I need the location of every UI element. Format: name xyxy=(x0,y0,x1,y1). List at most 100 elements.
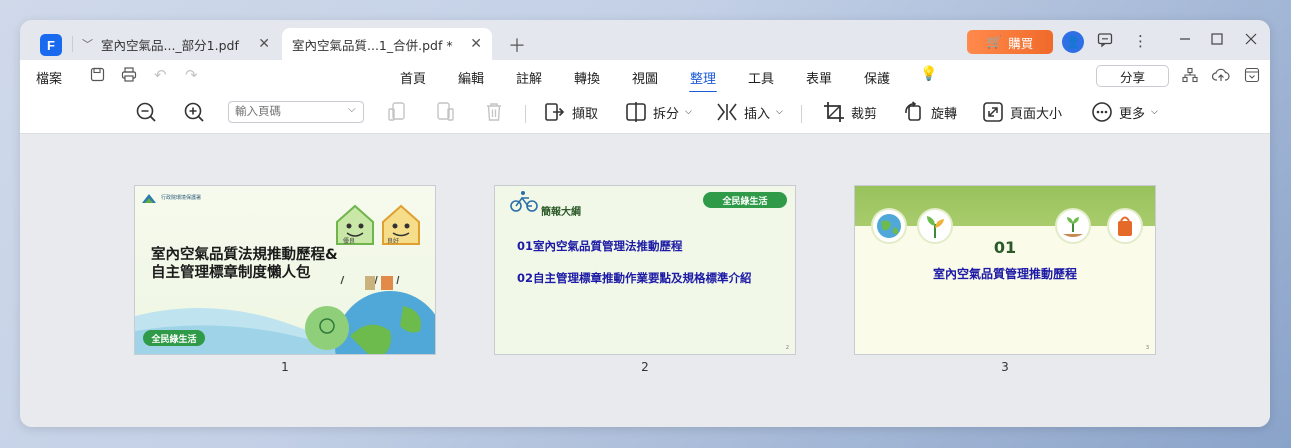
rotate-button[interactable]: 旋轉 xyxy=(903,101,957,123)
crop-button[interactable]: 裁剪 xyxy=(823,101,877,123)
menu-convert[interactable]: 轉換 xyxy=(574,68,600,87)
split-button[interactable]: 拆分 ⌵ xyxy=(625,101,692,123)
outline-item-1: 01室內空氣品質管理法推動歷程 xyxy=(517,239,683,253)
page-thumbnail-area: 行政院環境保護署 優良 良好 室內空氣品質法規推動歷程& 自主管理標章制度懶人包 xyxy=(20,134,1270,427)
split-icon xyxy=(626,102,646,122)
buy-button[interactable]: 🛒 購買 xyxy=(967,30,1053,54)
slide-heading: 簡報大綱 xyxy=(541,207,581,218)
page-size-label: 頁面大小 xyxy=(1010,106,1063,122)
section-number: 01 xyxy=(993,238,1017,257)
green-life-badge: 全民綠生活 xyxy=(703,192,787,208)
chevron-down-icon[interactable]: ﹀ xyxy=(82,36,93,52)
bicycle-icon xyxy=(510,191,538,212)
menu-tools[interactable]: 工具 xyxy=(748,68,774,87)
redo-icon[interactable]: ↷ xyxy=(185,66,198,84)
lightbulb-icon[interactable]: 💡 xyxy=(920,66,937,82)
tab-document-1[interactable]: ﹀ 室內空氣品..._部分1.pdf ✕ xyxy=(72,28,280,60)
collapse-panel-icon[interactable] xyxy=(1244,67,1260,87)
page-thumbnail-1[interactable]: 行政院環境保護署 優良 良好 室內空氣品質法規推動歷程& 自主管理標章制度懶人包 xyxy=(134,185,436,355)
close-window-icon[interactable] xyxy=(1244,32,1258,50)
page-number-input[interactable] xyxy=(228,101,364,123)
zoom-out-icon xyxy=(136,102,156,122)
rotate-label: 旋轉 xyxy=(931,106,958,122)
zoom-out-button[interactable] xyxy=(135,101,157,123)
extract-label: 擷取 xyxy=(572,106,599,122)
close-icon[interactable]: ✕ xyxy=(470,36,482,52)
chevron-down-icon: ⌵ xyxy=(1151,107,1158,117)
undo-icon[interactable]: ↶ xyxy=(154,66,167,84)
buy-label: 購買 xyxy=(1008,35,1034,51)
menu-file[interactable]: 檔案 xyxy=(36,68,62,87)
rotate-icon xyxy=(905,101,921,121)
share-button[interactable]: 分享 xyxy=(1096,65,1169,87)
slide-page-number: 3 xyxy=(1145,345,1149,351)
app-window: F ﹀ 室內空氣品..._部分1.pdf ✕ 室內空氣品質...1_合併.pdf… xyxy=(20,20,1270,427)
tab-label: 室內空氣品質...1_合併.pdf * xyxy=(292,37,453,53)
extract-button[interactable]: 擷取 xyxy=(544,101,598,123)
cloud-upload-icon[interactable] xyxy=(1211,67,1230,87)
new-tab-icon[interactable]: ＋ xyxy=(508,32,526,58)
feedback-icon[interactable] xyxy=(1097,32,1113,52)
outline-item-2: 02自主管理標章推動作業要點及規格標準介紹 xyxy=(517,271,752,285)
save-icon[interactable] xyxy=(90,67,105,86)
chevron-down-icon: ⌵ xyxy=(776,107,783,117)
page-number-label: 3 xyxy=(1001,360,1009,374)
sitemap-icon[interactable] xyxy=(1182,67,1198,87)
more-button[interactable]: 更多 ⌵ xyxy=(1091,101,1158,123)
slide-page-number: 2 xyxy=(785,345,789,351)
zoom-in-icon xyxy=(184,102,204,122)
tab-separator xyxy=(72,36,73,52)
chevron-down-icon[interactable]: ⌵ xyxy=(348,104,356,115)
menu-organize[interactable]: 整理 xyxy=(688,68,718,93)
green-life-badge: 全民綠生活 xyxy=(143,330,205,346)
page-number-label: 1 xyxy=(281,360,289,374)
more-horizontal-icon xyxy=(1092,102,1112,122)
print-icon[interactable] xyxy=(121,67,137,86)
toolbar-divider xyxy=(525,105,526,123)
epa-logo-icon xyxy=(142,194,156,203)
page-right-icon xyxy=(437,102,454,121)
trash-icon xyxy=(487,103,501,121)
maximize-icon[interactable] xyxy=(1210,32,1224,50)
menu-home[interactable]: 首頁 xyxy=(400,68,426,87)
menu-view[interactable]: 視圖 xyxy=(632,68,658,87)
page-number-label: 2 xyxy=(641,360,649,374)
menu-edit[interactable]: 編輯 xyxy=(458,68,484,87)
toolbar-divider xyxy=(801,105,802,123)
zoom-in-button[interactable] xyxy=(183,101,205,123)
tab-label: 室內空氣品..._部分1.pdf xyxy=(101,37,239,53)
more-vertical-icon[interactable]: ⋮ xyxy=(1133,32,1148,50)
close-icon[interactable]: ✕ xyxy=(258,36,270,52)
org-name: 行政院環境保護署 xyxy=(161,195,202,201)
slide-title-line1: 室內空氣品質法規推動歷程& xyxy=(151,247,338,263)
menu-comment[interactable]: 註解 xyxy=(516,68,542,87)
insert-button[interactable]: 插入 ⌵ xyxy=(716,101,783,123)
insert-icon xyxy=(717,103,737,121)
tab-document-2[interactable]: 室內空氣品質...1_合併.pdf * ✕ xyxy=(282,28,492,60)
cart-icon: 🛒 xyxy=(986,34,1003,49)
crop-icon xyxy=(824,102,844,122)
menu-form[interactable]: 表單 xyxy=(806,68,832,87)
menu-bar: 檔案 ↶ ↷ 首頁 編輯 註解 轉換 視圖 整理 工具 表單 保護 💡 分享 xyxy=(20,60,1270,93)
organize-toolbar: ⌵ 擷取 拆分 ⌵ 插入 ⌵ 裁剪 xyxy=(20,92,1270,134)
chevron-down-icon: ⌵ xyxy=(685,107,692,117)
page-thumbnail-2[interactable]: 簡報大綱 全民綠生活 01室內空氣品質管理法推動歷程 02自主管理標章推動作業要… xyxy=(494,185,796,355)
insert-after-button[interactable] xyxy=(434,101,456,123)
label-good: 良好 xyxy=(387,238,400,245)
page-size-button[interactable]: 頁面大小 xyxy=(982,101,1062,123)
tab-bar: F ﹀ 室內空氣品..._部分1.pdf ✕ 室內空氣品質...1_合併.pdf… xyxy=(20,20,1270,60)
resize-icon xyxy=(983,102,1003,122)
label-excellent: 優良 xyxy=(343,238,356,245)
page-thumbnail-3[interactable]: 01 室內空氣品質管理推動歷程 3 xyxy=(854,185,1156,355)
extract-icon xyxy=(545,103,565,121)
delete-page-button[interactable] xyxy=(483,101,505,123)
more-label: 更多 xyxy=(1119,106,1146,122)
insert-before-button[interactable] xyxy=(386,101,408,123)
app-logo-icon: F xyxy=(40,34,62,56)
minimize-icon[interactable] xyxy=(1178,32,1192,50)
crop-label: 裁剪 xyxy=(851,106,878,122)
avatar[interactable]: 👤 xyxy=(1062,31,1084,53)
menu-protect[interactable]: 保護 xyxy=(864,68,890,87)
split-label: 拆分 xyxy=(653,106,680,122)
insert-label: 插入 xyxy=(744,106,771,122)
